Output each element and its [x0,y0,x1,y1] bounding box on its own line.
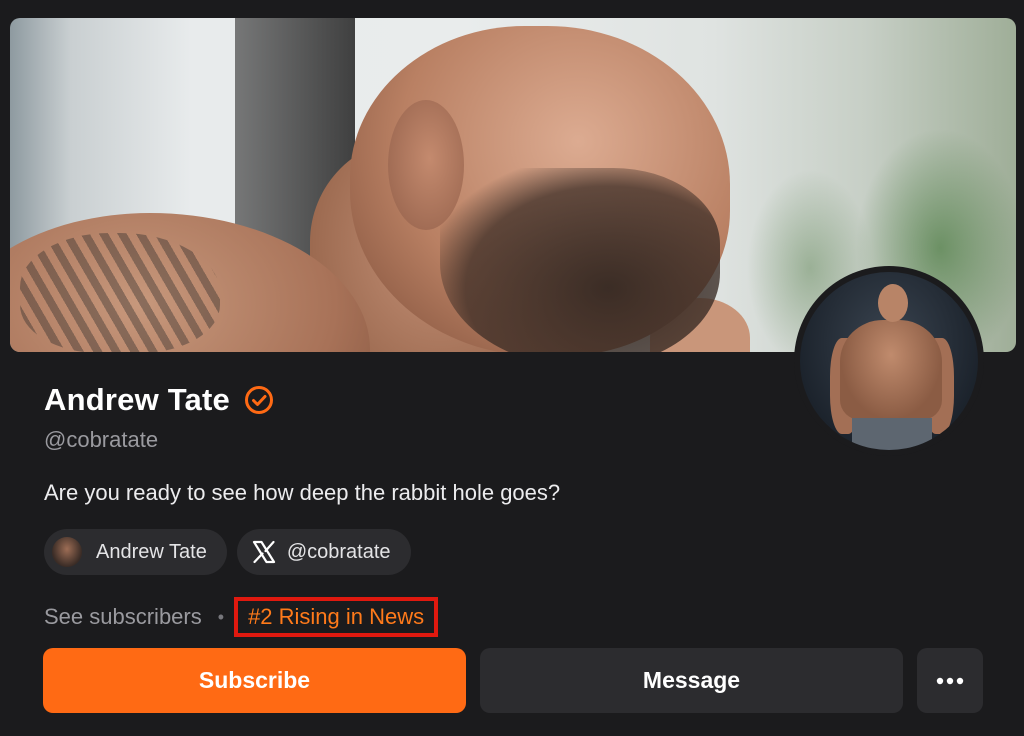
profile-handle: @cobratate [44,427,159,452]
cover-tattoo [20,233,220,352]
verified-check-icon [244,386,273,414]
name-row: Andrew Tate [44,382,274,418]
profile-bio: Are you ready to see how deep the rabbit… [44,480,561,505]
cover-beard [440,168,720,352]
avatar-figure-torso [840,320,942,420]
rising-rank-label: #2 Rising in News [248,604,425,629]
profile-name: Andrew Tate [44,382,230,417]
link-chip-profile[interactable]: Andrew Tate [44,529,227,575]
subscribe-button[interactable]: Subscribe [43,648,466,713]
avatar-figure-head [878,284,908,322]
cover-ear [388,100,464,230]
profile-avatar-image [800,272,978,450]
profile-links: Andrew Tate @cobratate [44,529,411,575]
rising-rank-badge[interactable]: #2 Rising in News [234,597,439,637]
message-button-label: Message [642,667,741,693]
x-logo-icon [252,540,275,564]
meta-row: See subscribers • #2 Rising in News [44,597,439,637]
meta-separator: • [217,606,225,627]
profile-avatar[interactable] [794,266,984,456]
message-button[interactable]: Message [480,648,903,713]
link-chip-label: Andrew Tate [96,540,207,563]
see-subscribers-link[interactable]: See subscribers [44,604,202,630]
more-options-button[interactable] [917,648,983,713]
profile-avatar-icon [52,537,82,567]
avatar-figure-shorts [852,418,932,450]
subscribe-button-label: Subscribe [198,667,311,693]
link-chip-label: @cobratate [286,540,391,563]
more-horizontal-icon [936,677,964,684]
link-chip-x[interactable]: @cobratate [236,529,411,575]
